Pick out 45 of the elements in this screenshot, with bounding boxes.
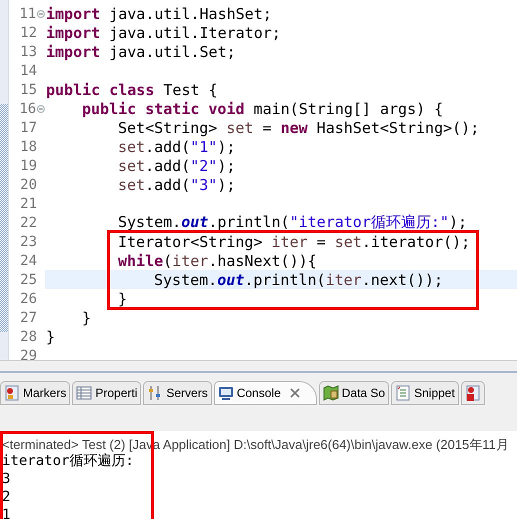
- line-number: 17: [19, 120, 37, 136]
- console-output-line: iterator循环遍历:: [2, 452, 135, 470]
- line-number: 19: [19, 158, 37, 174]
- code-line: public static void main(String[] args) {: [82, 100, 444, 118]
- view-tab[interactable]: Servers: [143, 381, 212, 405]
- code-line: import java.util.HashSet;: [46, 4, 272, 22]
- code-line: Iterator<String> iter = set.iterator();: [118, 232, 470, 250]
- line-number: 21: [19, 196, 37, 212]
- line-number: 22: [19, 214, 37, 230]
- view-tab[interactable]: Data So: [318, 381, 390, 405]
- console-output-line: 1: [2, 506, 12, 519]
- view-tab[interactable]: Properti: [72, 381, 142, 405]
- code-line: public class Test {: [46, 80, 218, 98]
- line-number: 24: [19, 252, 37, 268]
- line-number: 11: [18, 6, 36, 22]
- line-number: 29: [19, 348, 37, 360]
- line-number: 14: [19, 62, 37, 78]
- console-output-line: 3: [2, 470, 12, 488]
- line-number: 18: [19, 138, 37, 154]
- console-output-line: 2: [2, 488, 12, 506]
- line-number: 28: [19, 328, 37, 344]
- code-line: }: [46, 328, 56, 346]
- line-number: 20: [19, 176, 37, 192]
- view-tab[interactable]: Snippet: [391, 381, 459, 405]
- view-tab[interactable]: Markers: [0, 381, 70, 405]
- code-line: import java.util.Iterator;: [46, 24, 281, 42]
- code-line: System.out.println(iter.next());: [154, 270, 443, 288]
- code-line: set.add("1");: [118, 138, 236, 156]
- line-number: 15: [19, 82, 37, 98]
- view-tab[interactable]: Console: [214, 381, 317, 405]
- line-number: 16: [18, 100, 36, 116]
- code-line: Set<String> set = new HashSet<String>();: [118, 118, 480, 136]
- line-number: 23: [19, 234, 37, 250]
- code-line: System.out.println("iterator循环遍历:");: [118, 213, 467, 232]
- code-line: set.add("3");: [118, 176, 236, 194]
- line-number: 13: [19, 44, 37, 60]
- line-number: 25: [19, 272, 37, 288]
- code-line: }: [118, 290, 128, 308]
- code-line: while(iter.hasNext()){: [118, 252, 317, 270]
- line-number: 27: [19, 310, 37, 326]
- line-number: 12: [19, 24, 37, 40]
- code-line: import java.util.Set;: [46, 42, 236, 60]
- code-line: set.add("2");: [118, 156, 236, 174]
- line-number: 26: [19, 290, 37, 306]
- code-line: }: [82, 308, 92, 326]
